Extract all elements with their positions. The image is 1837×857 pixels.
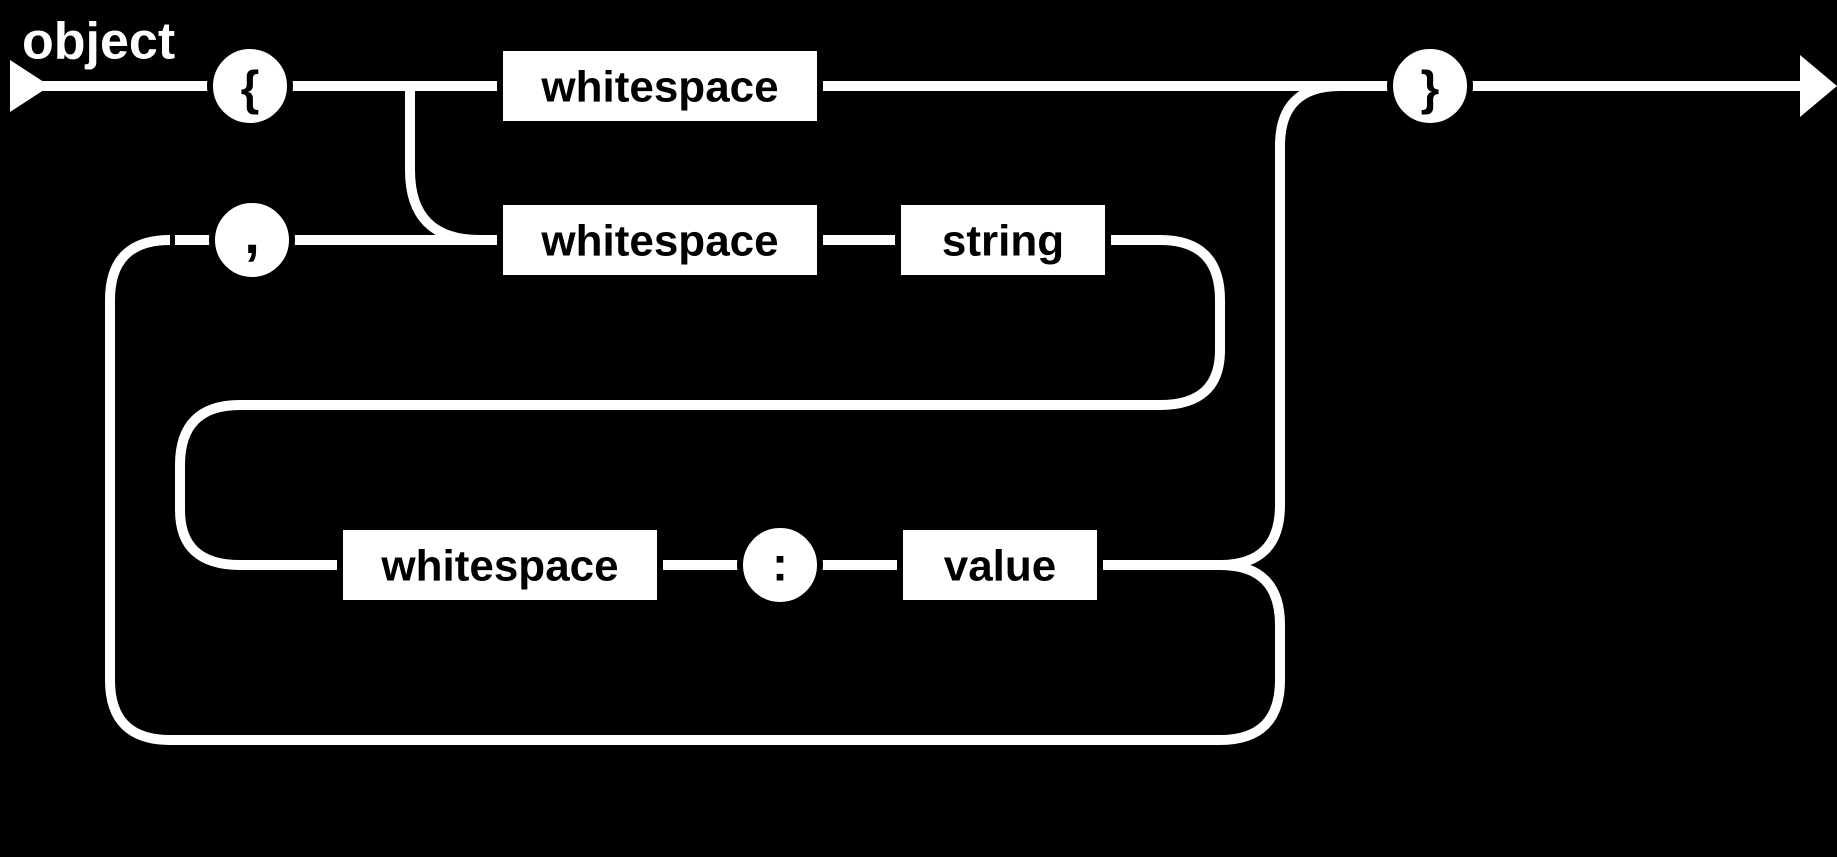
svg-text:string: string <box>942 217 1064 266</box>
terminal-colon: : <box>740 525 820 605</box>
svg-text:{: { <box>241 63 260 116</box>
svg-text:,: , <box>244 202 260 265</box>
terminal-comma: , <box>212 200 292 280</box>
terminal-close-brace: } <box>1390 46 1470 126</box>
rail-drop-to-row2 <box>410 86 500 240</box>
nonterminal-whitespace-bottom: whitespace <box>340 527 660 603</box>
exit-arrow-icon <box>1800 55 1837 117</box>
diagram-title: object <box>22 13 175 71</box>
svg-text:whitespace: whitespace <box>540 217 778 266</box>
svg-text:}: } <box>1421 63 1440 116</box>
svg-text:whitespace: whitespace <box>380 542 618 591</box>
svg-text:whitespace: whitespace <box>540 63 778 112</box>
nonterminal-value: value <box>900 527 1100 603</box>
nonterminal-whitespace-mid: whitespace <box>500 202 820 278</box>
rail-loopback <box>110 240 1280 740</box>
nonterminal-string: string <box>898 202 1108 278</box>
svg-text::: : <box>772 539 788 592</box>
nonterminal-whitespace-top: whitespace <box>500 48 820 124</box>
railroad-diagram: object { } whitespace , whitespace <box>0 0 1837 857</box>
terminal-open-brace: { <box>210 46 290 126</box>
svg-text:value: value <box>944 542 1057 591</box>
rail-row2-to-row3 <box>180 240 1220 565</box>
